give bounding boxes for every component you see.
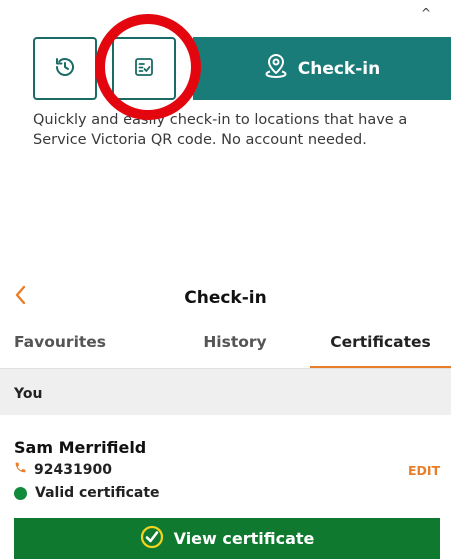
history-button[interactable] — [33, 37, 97, 100]
tab-bar: Favourites History Certificates — [0, 333, 451, 369]
view-certificate-button[interactable]: View certificate — [14, 518, 440, 559]
page-title: Check-in — [184, 288, 267, 308]
phone-number: 92431900 — [34, 461, 112, 478]
phone-icon — [14, 461, 34, 478]
history-icon — [53, 55, 77, 83]
section-header — [0, 369, 451, 415]
tab-favourites[interactable]: Favourites — [14, 333, 134, 369]
edit-button[interactable]: EDIT — [408, 463, 440, 478]
status-glyph: ^ — [421, 6, 432, 20]
section-label: You — [14, 386, 43, 402]
check-in-button[interactable]: Check-in — [193, 37, 451, 100]
check-in-label: Check-in — [297, 58, 381, 79]
status-dot — [14, 486, 27, 500]
certificate-status: Valid certificate — [14, 485, 160, 501]
person-name: Sam Merrifield — [14, 438, 147, 457]
status-text: Valid certificate — [35, 485, 160, 501]
highlight-circle — [95, 14, 201, 120]
location-pin-icon — [264, 53, 298, 84]
tick-badge-icon — [140, 525, 174, 553]
tab-history[interactable]: History — [180, 333, 290, 369]
view-certificate-label: View certificate — [173, 529, 315, 548]
check-in-description: Quickly and easily check-in to locations… — [33, 112, 408, 148]
phone-row: 92431900 — [14, 461, 112, 478]
tab-certificates[interactable]: Certificates — [310, 333, 451, 369]
